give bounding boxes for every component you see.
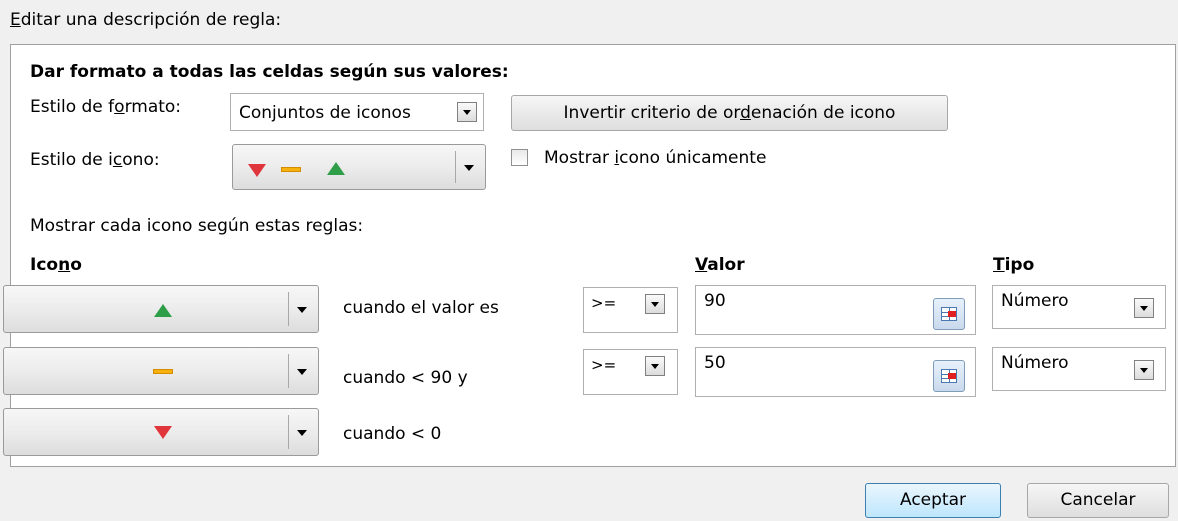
chevron-down-icon	[645, 294, 665, 314]
rule-3-icon-select[interactable]	[3, 408, 319, 456]
rule-2-operator-select[interactable]: >=	[583, 349, 678, 395]
red-down-triangle-icon	[248, 164, 266, 177]
rule-2-type-select[interactable]: Número	[992, 347, 1166, 391]
ok-button[interactable]: Aceptar	[865, 483, 1001, 518]
rule-1-operator: >=	[591, 294, 617, 312]
chevron-down-icon	[297, 369, 307, 375]
red-down-triangle-icon	[154, 426, 172, 439]
chevron-down-icon	[464, 165, 474, 171]
section-title: Editar una descripción de regla:	[10, 10, 282, 30]
rule-1-condition: cuando el valor es	[343, 298, 499, 318]
chevron-down-icon	[457, 102, 477, 122]
chevron-down-icon	[1134, 360, 1154, 380]
rule-2-operator: >=	[591, 356, 617, 374]
reverse-icon-order-button[interactable]: Invertir criterio de ordenación de icono	[511, 95, 948, 131]
rule-1-reference-button[interactable]	[933, 298, 965, 330]
icon-style-label: Estilo de icono:	[30, 150, 160, 170]
yellow-dash-icon	[153, 369, 173, 374]
icon-style-select[interactable]	[232, 144, 486, 190]
column-header-value: Valor	[695, 255, 745, 275]
rule-1-icon-select[interactable]	[3, 285, 319, 333]
rule-1-type-select[interactable]: Número	[992, 285, 1166, 329]
section-title-mnemonic: E	[10, 10, 21, 30]
rules-heading: Mostrar cada icono según estas reglas:	[30, 216, 364, 236]
yellow-dash-icon	[281, 167, 301, 172]
column-header-icon: Icono	[30, 255, 82, 275]
chevron-down-icon	[1134, 298, 1154, 318]
format-heading: Dar formato a todas las celdas según sus…	[30, 62, 509, 82]
chevron-down-icon	[297, 307, 307, 313]
rule-2-type: Número	[1001, 353, 1069, 373]
rule-1-operator-select[interactable]: >=	[583, 287, 678, 333]
chevron-down-icon	[645, 356, 665, 376]
rule-2-reference-button[interactable]	[933, 360, 965, 392]
rule-2-value: 50	[704, 353, 726, 373]
rule-1-value: 90	[704, 291, 726, 311]
format-style-label: Estilo de formato:	[30, 97, 182, 117]
rule-3-condition: cuando < 0	[343, 424, 442, 444]
show-icon-only-label: Mostrar icono únicamente	[544, 148, 767, 168]
show-icon-only-checkbox[interactable]	[511, 149, 528, 166]
rule-1-type: Número	[1001, 291, 1069, 311]
green-up-triangle-icon	[327, 162, 345, 175]
format-style-value: Conjuntos de iconos	[239, 103, 411, 123]
format-style-select[interactable]: Conjuntos de iconos	[230, 93, 484, 131]
rule-2-condition: cuando < 90 y	[343, 368, 468, 388]
rule-2-icon-select[interactable]	[3, 347, 319, 395]
cancel-button[interactable]: Cancelar	[1027, 483, 1169, 518]
column-header-type: Tipo	[993, 255, 1035, 275]
rule-1-value-input[interactable]: 90	[695, 285, 976, 335]
chevron-down-icon	[297, 430, 307, 436]
green-up-triangle-icon	[154, 304, 172, 317]
rule-2-value-input[interactable]: 50	[695, 347, 976, 397]
